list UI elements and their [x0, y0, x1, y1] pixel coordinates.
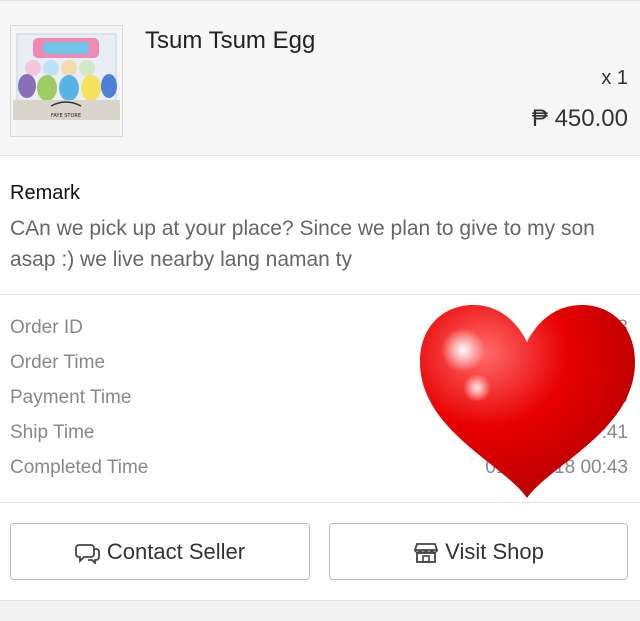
contact-seller-label: Contact Seller	[106, 538, 246, 564]
product-quantity: x 1	[601, 67, 628, 89]
bottom-divider	[0, 600, 640, 621]
remark-section: Remark CAn we pick up at your place? Sin…	[0, 156, 640, 295]
order-time-label: Order Time	[10, 352, 106, 373]
payment-time-label: Payment Time	[10, 387, 132, 408]
product-name: Tsum Tsum Egg	[145, 27, 316, 54]
remark-title: Remark	[10, 182, 81, 204]
visit-shop-button[interactable]: Visit Shop	[329, 523, 628, 580]
visit-shop-label: Visit Shop	[445, 538, 544, 564]
heart-icon	[415, 300, 640, 500]
remark-text: CAn we pick up at your place? Since we p…	[10, 217, 595, 271]
chat-bubbles-icon	[75, 540, 101, 564]
order-id-label: Order ID	[10, 317, 83, 338]
order-detail-page: FAYE STORE Tsum Tsum Egg x 1 ₱ 450.00 Re…	[0, 0, 640, 621]
contact-seller-button[interactable]: Contact Seller	[10, 523, 310, 580]
svg-text:FAYE STORE: FAYE STORE	[51, 113, 81, 119]
ship-time-label: Ship Time	[10, 422, 95, 443]
completed-time-label: Completed Time	[10, 457, 149, 478]
product-thumbnail: FAYE STORE	[10, 25, 123, 137]
shop-icon	[413, 540, 439, 564]
product-item[interactable]: FAYE STORE Tsum Tsum Egg x 1 ₱ 450.00	[0, 0, 640, 156]
product-price: ₱ 450.00	[531, 105, 628, 132]
